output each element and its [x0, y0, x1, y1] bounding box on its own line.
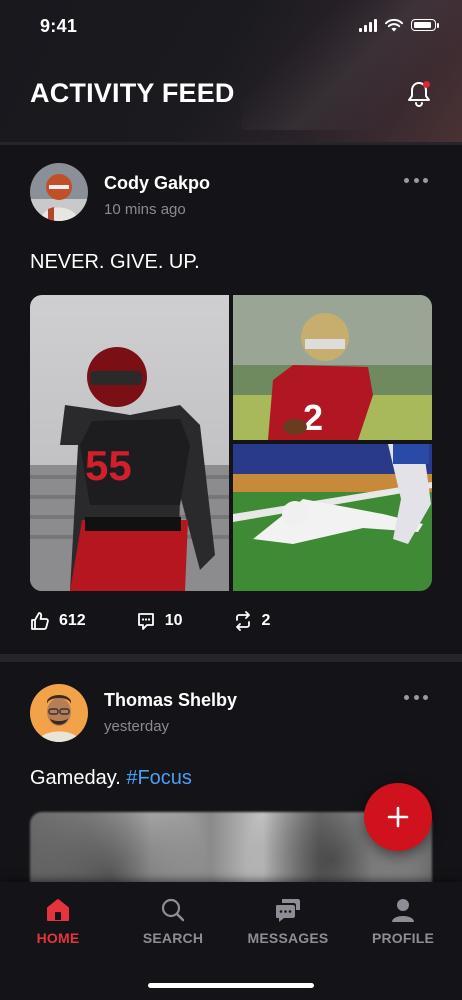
home-icon	[47, 899, 69, 921]
nav-item-search[interactable]: SEARCH	[123, 896, 223, 946]
hashtag-link[interactable]: #Focus	[126, 767, 192, 789]
post-timestamp: yesterday	[104, 718, 170, 735]
battery-icon	[411, 19, 439, 31]
repost-count: 2	[261, 612, 271, 629]
post-image-player-portrait[interactable]: 55	[30, 295, 229, 591]
post-author-name[interactable]: Thomas Shelby	[104, 690, 237, 711]
like-button[interactable]: 612	[30, 611, 86, 631]
repost-icon	[235, 611, 250, 631]
more-options-icon[interactable]	[404, 178, 428, 184]
messages-icon	[276, 899, 300, 922]
post-divider	[0, 654, 462, 662]
post-caption: Gameday. #Focus	[30, 767, 192, 790]
nav-label-search: SEARCH	[142, 930, 204, 946]
avatar-photo	[30, 684, 88, 742]
signal-icon	[359, 18, 377, 32]
post-timestamp: 10 mins ago	[104, 201, 186, 218]
svg-text:55: 55	[85, 442, 132, 489]
comment-icon	[137, 613, 154, 630]
nav-item-messages[interactable]: MESSAGES	[238, 896, 338, 946]
nav-label-home: HOME	[36, 930, 80, 946]
caption-text: Gameday.	[30, 767, 127, 789]
profile-icon	[392, 899, 414, 922]
plus-icon	[387, 806, 409, 828]
avatar[interactable]	[30, 163, 88, 221]
page-title: ACTIVITY FEED	[30, 78, 235, 108]
more-options-icon[interactable]	[404, 695, 428, 701]
post-card: Cody Gakpo 10 mins ago NEVER. GIVE. UP. …	[0, 142, 462, 657]
avatar-photo	[30, 163, 88, 221]
status-time: 9:41	[40, 16, 78, 36]
nav-item-profile[interactable]: PROFILE	[353, 896, 453, 946]
avatar[interactable]	[30, 684, 88, 742]
wifi-icon	[385, 18, 403, 32]
post-image-gallery[interactable]: 55 2	[30, 295, 432, 591]
post-image-diving-play[interactable]	[233, 444, 432, 591]
comment-count: 10	[164, 612, 183, 629]
status-icons	[359, 18, 439, 32]
thumbs-up-icon	[31, 612, 49, 630]
comment-button[interactable]: 10	[136, 611, 183, 631]
svg-text:2: 2	[303, 397, 323, 438]
post-author-name[interactable]: Cody Gakpo	[104, 173, 210, 194]
like-count: 612	[59, 612, 86, 629]
notification-badge	[423, 81, 430, 88]
app-screen: 9:41 ACTIVITY FEED Cody Gakpo 10 mins ag…	[0, 0, 462, 1000]
post-image-quarterback[interactable]: 2	[233, 295, 432, 440]
home-indicator[interactable]	[148, 983, 314, 988]
nav-label-profile: PROFILE	[371, 930, 435, 946]
post-actions: 612 10 2	[30, 611, 320, 631]
post-caption: NEVER. GIVE. UP.	[30, 251, 200, 273]
nav-item-home[interactable]: HOME	[8, 896, 108, 946]
create-post-button[interactable]	[364, 783, 432, 851]
repost-button[interactable]: 2	[233, 611, 271, 631]
nav-label-messages: MESSAGES	[247, 930, 329, 946]
header: 9:41 ACTIVITY FEED	[0, 0, 462, 142]
search-icon	[161, 898, 185, 922]
